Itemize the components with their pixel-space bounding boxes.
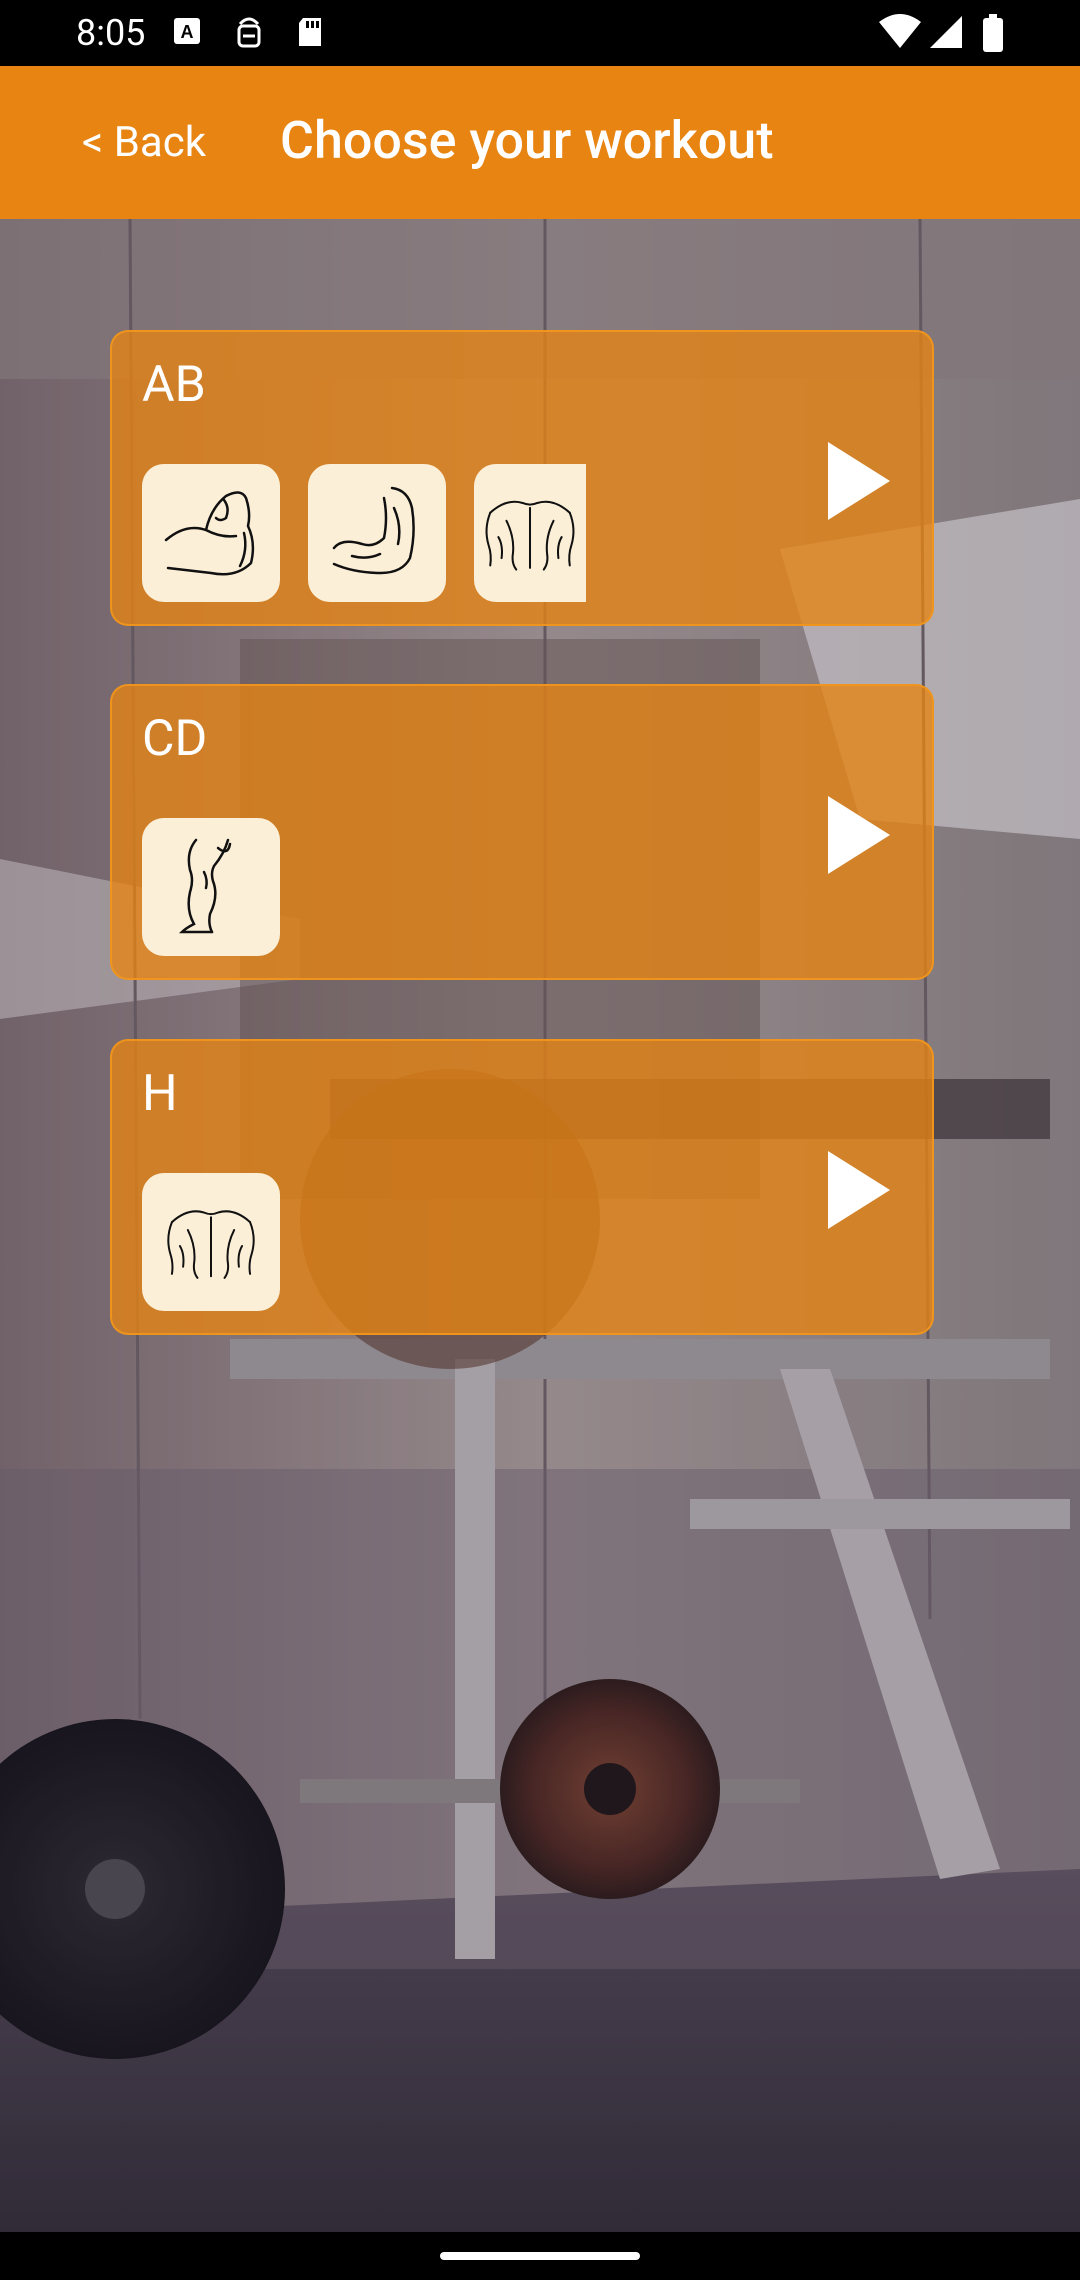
workout-name: AB	[142, 356, 206, 414]
muscle-icons	[142, 1173, 280, 1311]
home-gesture-handle[interactable]	[440, 2252, 640, 2260]
wifi-icon	[879, 14, 921, 48]
workout-card-ab[interactable]: AB	[110, 330, 934, 626]
workout-card-cd[interactable]: CD	[110, 684, 934, 980]
battery-icon	[983, 14, 1003, 52]
play-icon[interactable]	[824, 1147, 894, 1233]
forearm-arm-icon	[308, 464, 446, 602]
muscle-icons	[142, 464, 586, 602]
page-title: Choose your workout	[280, 110, 774, 171]
sd-card-icon	[299, 18, 321, 46]
status-bar: 8:05 A	[0, 0, 1080, 66]
muscle-icons	[142, 818, 280, 956]
sim-icon	[237, 17, 261, 48]
workout-card-h[interactable]: H	[110, 1039, 934, 1335]
status-time: 8:05	[76, 12, 146, 54]
biceps-icon	[142, 464, 280, 602]
back-button[interactable]: < Back	[82, 118, 206, 167]
play-icon[interactable]	[824, 438, 894, 524]
navigation-bar	[0, 2232, 1080, 2280]
signal-icon	[930, 16, 962, 48]
svg-text:A: A	[181, 22, 194, 42]
back-icon	[474, 464, 586, 602]
leg-icon	[142, 818, 280, 956]
workout-name: CD	[142, 710, 208, 768]
workout-name: H	[142, 1065, 178, 1123]
app-bar: < Back Choose your workout	[0, 66, 1080, 219]
a-icon: A	[174, 18, 200, 44]
back-icon	[142, 1173, 280, 1311]
play-icon[interactable]	[824, 792, 894, 878]
